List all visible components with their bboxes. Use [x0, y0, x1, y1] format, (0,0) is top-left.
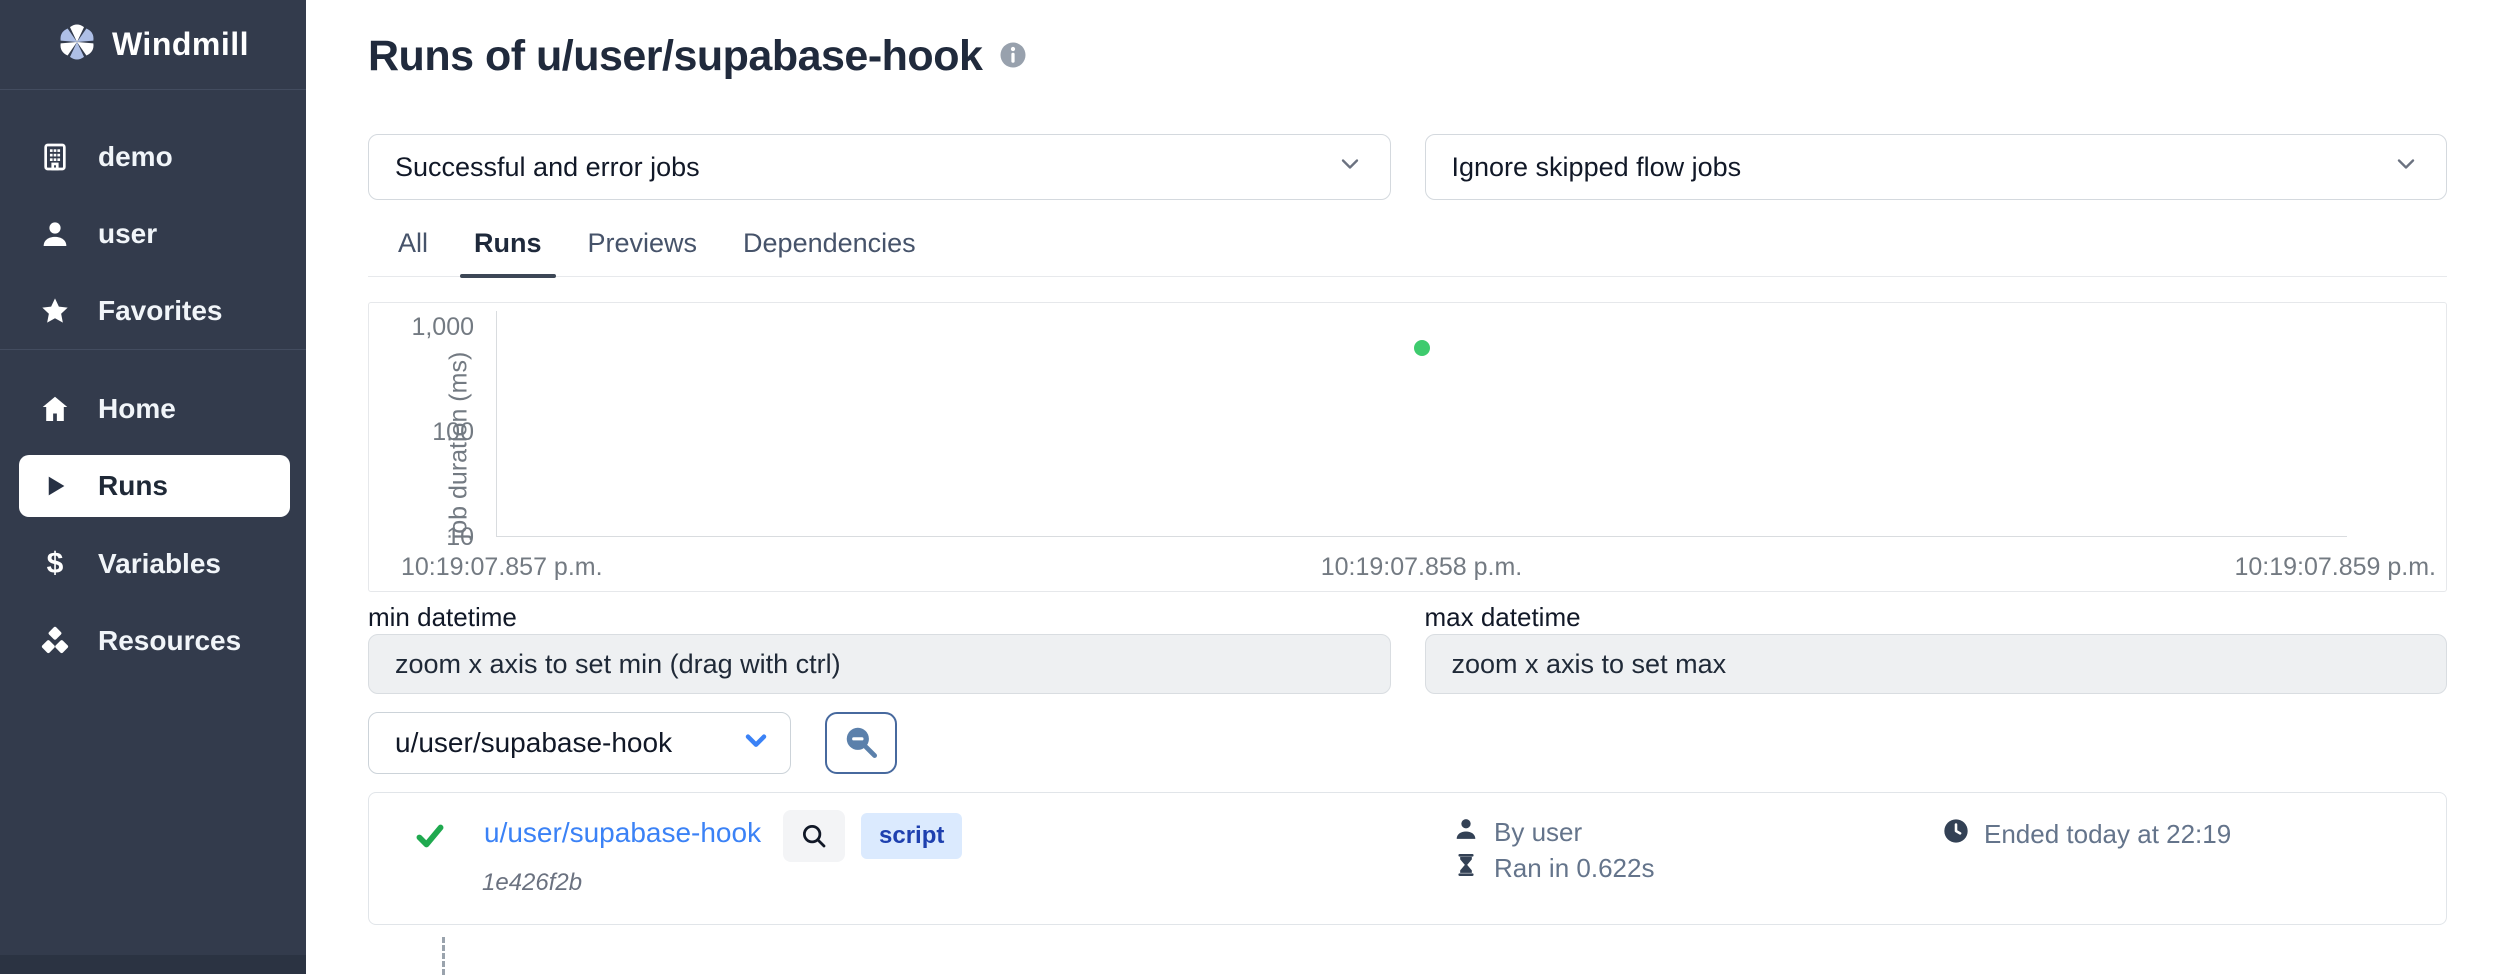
script-path-select[interactable]: u/user/supabase-hook — [368, 712, 791, 774]
chart-x-tick: 10:19:07.858 p.m. — [496, 553, 2347, 582]
hourglass-icon — [1452, 851, 1480, 886]
sidebar: Windmill demo — [0, 0, 306, 974]
tab-all[interactable]: All — [380, 220, 446, 276]
person-icon — [1452, 815, 1480, 850]
run-by-text: By user — [1494, 817, 1582, 848]
tab-dependencies[interactable]: Dependencies — [725, 220, 934, 276]
min-datetime-input[interactable] — [368, 634, 1391, 694]
sidebar-item-label: Variables — [98, 548, 221, 580]
job-status-select[interactable]: Successful and error jobs — [368, 134, 1391, 200]
job-status-selected-value: Successful and error jobs — [395, 152, 1336, 183]
info-icon[interactable] — [998, 30, 1028, 82]
run-duration-text: Ran in 0.622s — [1494, 853, 1654, 884]
clock-icon — [1942, 817, 1970, 852]
job-kind-badge: script — [861, 813, 962, 859]
run-hash: 1e426f2b — [482, 869, 582, 897]
sidebar-divider — [0, 89, 306, 90]
run-list-item[interactable]: u/user/supabase-hook script 1e426f2b By … — [368, 792, 2447, 925]
chart-y-tick: 1,000 — [384, 313, 474, 342]
page-title-text: Runs of u/user/supabase-hook — [368, 30, 982, 82]
timeline-connector — [442, 937, 445, 975]
run-ended-text: Ended today at 22:19 — [1984, 819, 2231, 850]
person-icon — [38, 218, 72, 250]
flow-jobs-selected-value: Ignore skipped flow jobs — [1452, 152, 2393, 183]
run-ended-meta: Ended today at 22:19 — [1942, 817, 2231, 852]
sidebar-item-resources[interactable]: Resources — [0, 602, 306, 679]
sidebar-top-nav: demo user Favorites — [0, 90, 306, 349]
job-duration-chart[interactable]: job duration (ms) 1,000 100 10 10:19:07.… — [368, 302, 2447, 592]
max-datetime-input[interactable] — [1425, 634, 2448, 694]
chart-x-tick: 10:19:07.859 p.m. — [2234, 553, 2436, 582]
page-title: Runs of u/user/supabase-hook — [368, 0, 2447, 82]
sidebar-item-label: demo — [98, 141, 173, 173]
building-icon — [38, 141, 72, 173]
sidebar-footer-strip — [0, 955, 306, 974]
runs-kind-tabs: All Runs Previews Dependencies — [368, 220, 2447, 277]
sidebar-item-runs[interactable]: Runs — [19, 455, 290, 517]
flow-jobs-select[interactable]: Ignore skipped flow jobs — [1425, 134, 2448, 200]
play-icon — [38, 471, 72, 501]
cubes-icon — [38, 625, 72, 657]
sidebar-item-label: Runs — [98, 470, 168, 502]
home-icon — [38, 393, 72, 425]
chart-y-tick: 10 — [384, 523, 474, 552]
sidebar-item-user[interactable]: user — [0, 195, 306, 272]
sidebar-item-label: Home — [98, 393, 176, 425]
run-duration-meta: Ran in 0.622s — [1452, 851, 1654, 886]
windmill-logo-icon — [56, 21, 98, 68]
chart-y-axis-line — [496, 311, 497, 536]
chart-data-point[interactable] — [1414, 340, 1430, 356]
chevron-down-icon — [2392, 150, 2420, 185]
main-content: Runs of u/user/supabase-hook Successful … — [306, 0, 2500, 974]
sidebar-item-label: Resources — [98, 625, 241, 657]
sidebar-item-home[interactable]: Home — [0, 370, 306, 447]
chevron-down-icon — [1336, 150, 1364, 185]
star-icon — [38, 295, 72, 327]
filters-row: Successful and error jobs Ignore skipped… — [368, 134, 2447, 200]
success-check-icon — [413, 819, 447, 858]
datetime-filter-row: min datetime max datetime — [368, 602, 2447, 694]
max-datetime-label: max datetime — [1425, 602, 2448, 634]
min-datetime-label: min datetime — [368, 602, 1391, 634]
sidebar-item-label: user — [98, 218, 157, 250]
sidebar-item-label: Favorites — [98, 295, 223, 327]
app-logo-text: Windmill — [112, 26, 249, 63]
sidebar-item-workspace-demo[interactable]: demo — [0, 118, 306, 195]
tab-previews[interactable]: Previews — [570, 220, 716, 276]
inspect-run-button[interactable] — [783, 810, 845, 862]
run-by-meta: By user — [1452, 815, 1582, 850]
chart-y-tick: 100 — [384, 418, 474, 447]
chevron-down-icon — [740, 724, 772, 763]
run-path-link[interactable]: u/user/supabase-hook — [484, 817, 761, 849]
sidebar-item-variables[interactable]: $ Variables — [0, 525, 306, 602]
zoom-out-search-button[interactable] — [825, 712, 897, 774]
app-logo[interactable]: Windmill — [0, 0, 306, 89]
tab-runs[interactable]: Runs — [456, 220, 560, 276]
script-path-selected-value: u/user/supabase-hook — [395, 727, 726, 759]
dollar-icon: $ — [38, 549, 72, 579]
zoom-out-magnifier-icon — [842, 723, 880, 764]
sidebar-item-favorites[interactable]: Favorites — [0, 272, 306, 349]
sidebar-divider — [0, 349, 306, 350]
script-picker-row: u/user/supabase-hook — [368, 712, 2447, 774]
chart-x-axis-line — [496, 536, 2347, 537]
sidebar-main-nav: Home Runs $ Variables Resources — [0, 350, 306, 679]
